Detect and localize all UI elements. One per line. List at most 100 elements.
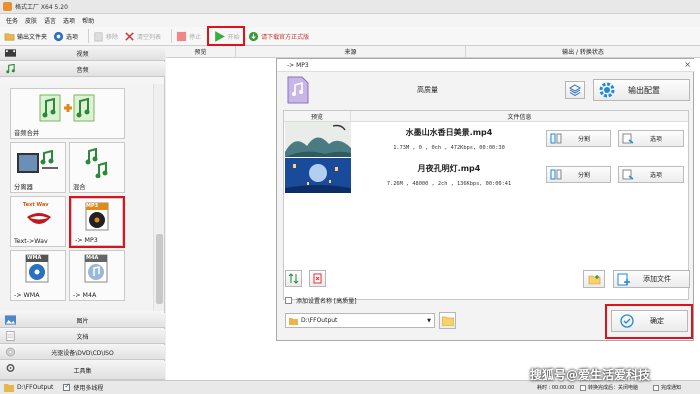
ok-button[interactable]: 确定 (611, 310, 688, 332)
category-disc[interactable]: 光驱设备\DVD\CD\ISO (0, 345, 165, 360)
tile-mix[interactable]: 混合 (69, 142, 125, 193)
start-button[interactable]: 开始 (207, 26, 246, 46)
remove-icon (94, 32, 103, 41)
file-info: 1.73M , 0 , 0ch , 472Kbps, 00:00:30 (393, 145, 505, 151)
download-full-link[interactable]: 请下载官方正式版 (248, 28, 309, 44)
menu-options[interactable]: 选项 (63, 16, 75, 25)
video-thumbnail (285, 122, 351, 157)
file-list-header: 预览 文件信息 (284, 111, 688, 122)
stop-button[interactable]: 停止 (176, 28, 201, 44)
multithread-checkbox[interactable]: ✓ (63, 382, 71, 391)
output-folder-button[interactable]: 输出文件夹 (4, 28, 47, 44)
mouth-icon (27, 213, 51, 224)
check-icon (620, 314, 634, 328)
quality-label: 高质量 (417, 86, 438, 94)
category-audio[interactable]: 音频 (0, 62, 165, 77)
browse-folder-button[interactable] (439, 312, 456, 329)
output-config-button[interactable]: 输出配置 (593, 79, 690, 101)
file-name: 月夜孔明灯.mp4 (417, 164, 481, 173)
clear-list-button[interactable]: 清空列表 (124, 28, 161, 44)
options-icon (53, 31, 64, 41)
options-button[interactable]: 选项 (53, 28, 78, 44)
scrollbar-thumb[interactable] (156, 234, 163, 304)
options-button[interactable]: 选项 (618, 166, 684, 183)
column-file-info: 文件信息 (507, 113, 532, 121)
remove-file-button[interactable] (309, 270, 326, 287)
audio-file-icon (287, 76, 309, 104)
mix-icon (85, 148, 108, 178)
split-button[interactable]: 分割 (546, 130, 611, 147)
sidebar-scrollbar[interactable] (153, 84, 164, 311)
notify-checkbox[interactable] (653, 384, 659, 391)
options-button[interactable]: 选项 (618, 130, 684, 147)
close-button[interactable]: × (684, 60, 691, 69)
file-info: 7.26M , 48000 , 2ch , 136Kbps, 00:00:41 (386, 181, 512, 187)
folder-icon (441, 316, 454, 326)
file-settings-icon (622, 133, 634, 144)
split-button[interactable]: 分割 (546, 166, 611, 183)
menu-task[interactable]: 任务 (6, 16, 18, 25)
video-thumbnail (285, 158, 351, 193)
layers-icon (569, 84, 581, 96)
app-icon (3, 2, 12, 11)
status-output-path[interactable]: D:\FFOutput (17, 384, 53, 391)
column-source[interactable]: 来源 (236, 46, 466, 57)
output-path-select[interactable]: D:\FFOutput ▼ (285, 313, 435, 328)
toolbar-divider (88, 29, 90, 43)
menu-skin[interactable]: 皮肤 (25, 16, 37, 25)
add-folder-button[interactable] (583, 270, 605, 288)
window-title: 格式工厂 X64 5.20 (15, 4, 68, 11)
notify-option[interactable]: 完成通知 (653, 384, 681, 391)
category-image[interactable]: 图片 (0, 313, 165, 328)
add-file-icon (617, 273, 630, 285)
menu-language[interactable]: 语言 (44, 16, 56, 25)
category-document[interactable]: 文档 (0, 329, 165, 344)
wma-logo-text: WMA (27, 255, 42, 261)
chevron-down-icon: ▼ (427, 317, 431, 324)
folder-icon (4, 32, 15, 40)
shutdown-option[interactable]: 转换完成后：关闭电脑 (580, 384, 638, 391)
image-icon (5, 315, 16, 325)
layers-button[interactable] (565, 81, 585, 99)
elapsed-time: 耗时 : 00:00:00 (537, 385, 575, 391)
disc-icon (6, 347, 15, 357)
file-row[interactable]: 月夜孔明灯.mp4 7.26M , 48000 , 2ch , 136Kbps,… (284, 158, 688, 193)
add-setting-name-option[interactable]: 添加设置名称 [高质量] (285, 296, 357, 305)
play-icon (214, 30, 225, 42)
tile-audio-merge[interactable]: 音频合并 (10, 88, 125, 139)
sidebar: 视频 音频 音频合并 分离器 混合 Text Wav Text->Wav MP3… (0, 46, 165, 380)
document-icon (6, 331, 15, 341)
add-file-button[interactable]: 添加文件 (613, 270, 690, 288)
remove-button[interactable]: 移除 (93, 28, 118, 44)
toolbar: 输出文件夹 选项 移除 清空列表 停止 开始 请下载官方正式版 (0, 26, 700, 46)
column-preview[interactable]: 预览 (166, 46, 236, 57)
category-tools[interactable]: 工具集 (0, 361, 165, 380)
gear-icon (599, 82, 615, 98)
audio-tool-grid: 音频合并 分离器 混合 Text Wav Text->Wav MP3 -> MP… (0, 84, 152, 311)
title-bar: 格式工厂 X64 5.20 (0, 0, 700, 14)
sort-button[interactable] (285, 270, 302, 287)
add-setting-name-checkbox[interactable] (285, 297, 292, 304)
tile-splitter[interactable]: 分离器 (10, 142, 66, 193)
mp3-settings-dialog: -> MP3 × 高质量 输出配置 预览 文件信息 水墨山水香日美景.mp4 1… (276, 58, 695, 341)
file-row[interactable]: 水墨山水香日美景.mp4 1.73M , 0 , 0ch , 472Kbps, … (284, 122, 688, 157)
column-preview: 预览 (284, 111, 351, 121)
splitter-icon (17, 150, 58, 173)
delete-icon (313, 273, 322, 284)
menu-bar: 任务 皮肤 语言 选项 帮助 (0, 14, 700, 27)
multithread-label: 使用多线程 (73, 385, 104, 392)
add-folder-icon (588, 274, 600, 284)
folder-icon (4, 384, 14, 392)
audio-merge-icon (39, 94, 95, 122)
tile-to-wma[interactable]: WMA -> WMA (10, 250, 66, 301)
video-icon (5, 49, 16, 57)
tile-text-to-wav[interactable]: Text Wav Text->Wav (10, 196, 66, 247)
menu-help[interactable]: 帮助 (82, 16, 94, 25)
toolbar-divider (171, 29, 173, 43)
column-output-status[interactable]: 输出 / 转换状态 (466, 46, 700, 57)
clear-icon (125, 31, 134, 41)
music-icon (6, 64, 15, 74)
category-video[interactable]: 视频 (0, 46, 165, 61)
tile-to-m4a[interactable]: M4A -> M4A (69, 250, 125, 301)
shutdown-checkbox[interactable] (580, 384, 586, 391)
